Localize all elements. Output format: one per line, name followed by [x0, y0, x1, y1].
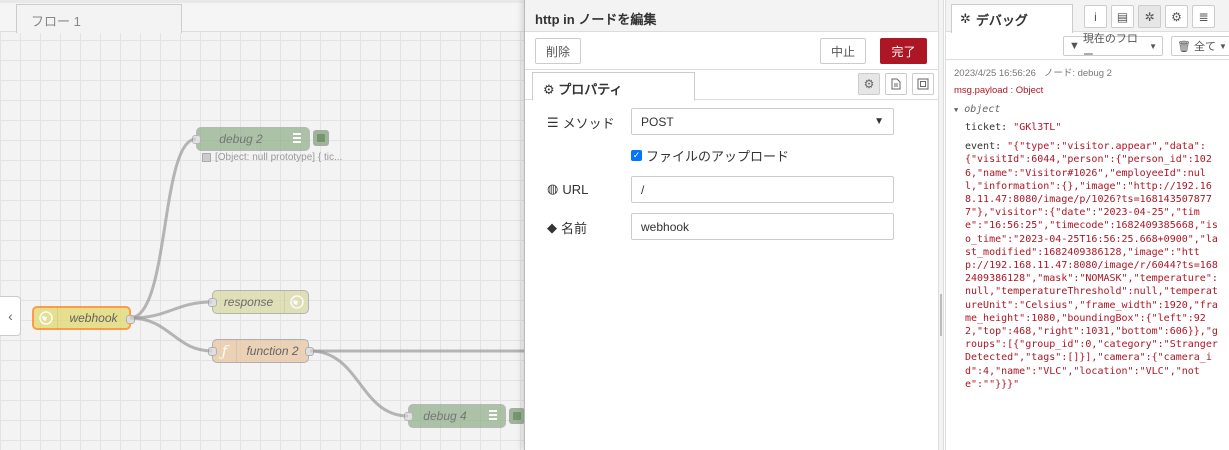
node-debug-4[interactable]: debug 4	[404, 404, 506, 428]
clear-messages-button[interactable]: 🗑 全て ▼	[1171, 36, 1229, 56]
node-label: response	[223, 295, 274, 309]
node-webhook[interactable]: webhook	[32, 306, 135, 330]
output-port[interactable]	[305, 347, 314, 356]
done-button[interactable]: 完了	[880, 38, 927, 64]
object-label: object	[964, 104, 1001, 115]
flow-filter-dropdown[interactable]: ▼ 現在のフロー ▼	[1063, 33, 1163, 61]
sidebar-splitter[interactable]	[938, 0, 944, 450]
tag-icon: ◆	[547, 219, 557, 235]
node-label: webhook	[69, 311, 118, 325]
input-port[interactable]	[192, 135, 201, 144]
tab-debug[interactable]: ✲ デバッグ	[951, 4, 1073, 33]
ticket-value: "GKl3TL"	[1013, 122, 1062, 133]
message-topic: msg.payload : Object	[954, 85, 1044, 96]
settings-tab-gear-icon[interactable]: ⚙	[858, 73, 880, 95]
clear-label: 全て	[1193, 41, 1216, 53]
debug-sidebar: ✲ デバッグ i ▤ ✲ ⚙ ≣ ▼ 現在のフロー ▼ 🗑 全て ▼ 2023/…	[945, 0, 1229, 450]
chevron-down-icon: ▼	[874, 116, 884, 127]
method-label: ☰ メソッド	[547, 113, 615, 132]
node-label: debug 2	[219, 132, 263, 146]
globe-icon	[284, 291, 308, 313]
workspace-canvas[interactable]: フロー 1 debug 2 [Object: null prototype] {…	[0, 0, 524, 450]
description-tab-file-icon[interactable]	[885, 73, 907, 95]
debug-filter-bar: ▼ 現在のフロー ▼ 🗑 全て ▼	[946, 32, 1229, 61]
debug-list-icon	[481, 405, 505, 427]
delete-button[interactable]: 削除	[535, 38, 581, 64]
input-port[interactable]	[208, 347, 217, 356]
node-label: debug 4	[423, 409, 467, 423]
message-timestamp: 2023/4/25 16:56:26	[954, 68, 1036, 79]
bug-icon[interactable]: ✲	[1138, 5, 1161, 28]
database-icon[interactable]: ≣	[1192, 5, 1215, 28]
debug-message: 2023/4/25 16:56:26 ノード: debug 2 msg.payl…	[946, 60, 1229, 396]
name-label: ◆ 名前	[547, 218, 587, 237]
node-status: [Object: null prototype] { tic...	[202, 152, 342, 163]
flow-filter-label: 現在のフロー	[1082, 33, 1138, 61]
debug-4-toggle-button[interactable]	[509, 408, 524, 424]
object-toggle[interactable]: ▼ object	[954, 104, 1221, 115]
gear-icon: ⚙	[543, 82, 555, 97]
globe-icon	[34, 307, 58, 329]
url-label-text: URL	[562, 181, 589, 197]
appearance-tab-layout-icon[interactable]	[912, 73, 934, 95]
upload-checkbox[interactable]: ✓	[631, 150, 642, 161]
filter-icon: ▼	[1069, 40, 1080, 52]
flow-wires	[129, 137, 524, 418]
globe-icon: ◍	[547, 181, 559, 196]
caret-down-icon: ▼	[1149, 41, 1157, 51]
bug-icon: ✲	[960, 11, 971, 26]
cancel-button[interactable]: 中止	[820, 38, 866, 64]
tray-tabs: ⚙ プロパティ ⚙	[525, 70, 938, 101]
caret-down-icon: ▼	[954, 106, 959, 114]
url-label: ◍ URL	[547, 181, 588, 197]
tray-title: http in ノードを編集	[525, 0, 938, 32]
chevron-left-icon: ‹	[8, 308, 13, 324]
trash-icon: 🗑	[1177, 40, 1191, 53]
debug-2-toggle-button[interactable]	[313, 130, 329, 146]
ticket-key: ticket:	[965, 122, 1008, 133]
method-select[interactable]: POST ▼	[631, 108, 894, 135]
tab-properties[interactable]: ⚙ プロパティ	[532, 72, 695, 101]
sidebar-header: ✲ デバッグ i ▤ ✲ ⚙ ≣	[946, 0, 1229, 33]
status-text: [Object: null prototype] { tic...	[215, 152, 343, 163]
info-icon[interactable]: i	[1084, 5, 1107, 28]
palette-collapse-button[interactable]: ‹	[0, 296, 21, 336]
message-node-link[interactable]: ノード: debug 2	[1044, 68, 1112, 79]
upload-label: ファイルのアップロード	[646, 149, 790, 164]
gear-icon[interactable]: ⚙	[1165, 5, 1188, 28]
method-value: POST	[641, 114, 674, 129]
node-debug-2[interactable]: debug 2	[192, 127, 310, 151]
status-square-icon	[202, 153, 211, 162]
message-meta: 2023/4/25 16:56:26 ノード: debug 2	[954, 65, 1221, 79]
tab-label: プロパティ	[558, 82, 623, 97]
debug-tab-label: デバッグ	[975, 12, 1028, 28]
url-value: /	[641, 182, 645, 197]
output-port[interactable]	[126, 315, 135, 324]
input-port[interactable]	[208, 298, 217, 307]
input-port[interactable]	[404, 412, 413, 421]
debug-list-icon	[285, 128, 309, 150]
method-label-text: メソッド	[562, 116, 615, 131]
tray-toolbar: 削除 中止 完了	[525, 32, 938, 70]
tasks-icon: ☰	[547, 114, 559, 130]
event-value: "{"type":"visitor.appear","data":{"visit…	[965, 141, 1218, 390]
property-ticket: ticket: "GKl3TL"	[954, 121, 1221, 134]
node-response[interactable]: response	[208, 290, 309, 314]
event-key: event:	[965, 141, 1002, 153]
name-value: webhook	[641, 219, 690, 234]
node-label: function 2	[246, 344, 299, 358]
name-label-text: 名前	[561, 221, 588, 236]
property-event: event: "{"type":"visitor.appear","data":…	[954, 140, 1221, 391]
book-icon[interactable]: ▤	[1111, 5, 1134, 28]
node-function-2[interactable]: ƒ function 2	[208, 339, 314, 363]
file-upload-checkbox-row[interactable]: ✓ ファイルのアップロード	[631, 146, 789, 165]
caret-down-icon: ▼	[1218, 41, 1227, 51]
name-input[interactable]: webhook	[631, 213, 894, 240]
url-input[interactable]: /	[631, 176, 894, 203]
node-editor-tray: http in ノードを編集 削除 中止 完了 ⚙ プロパティ ⚙ ☰ メソッド…	[524, 0, 938, 450]
